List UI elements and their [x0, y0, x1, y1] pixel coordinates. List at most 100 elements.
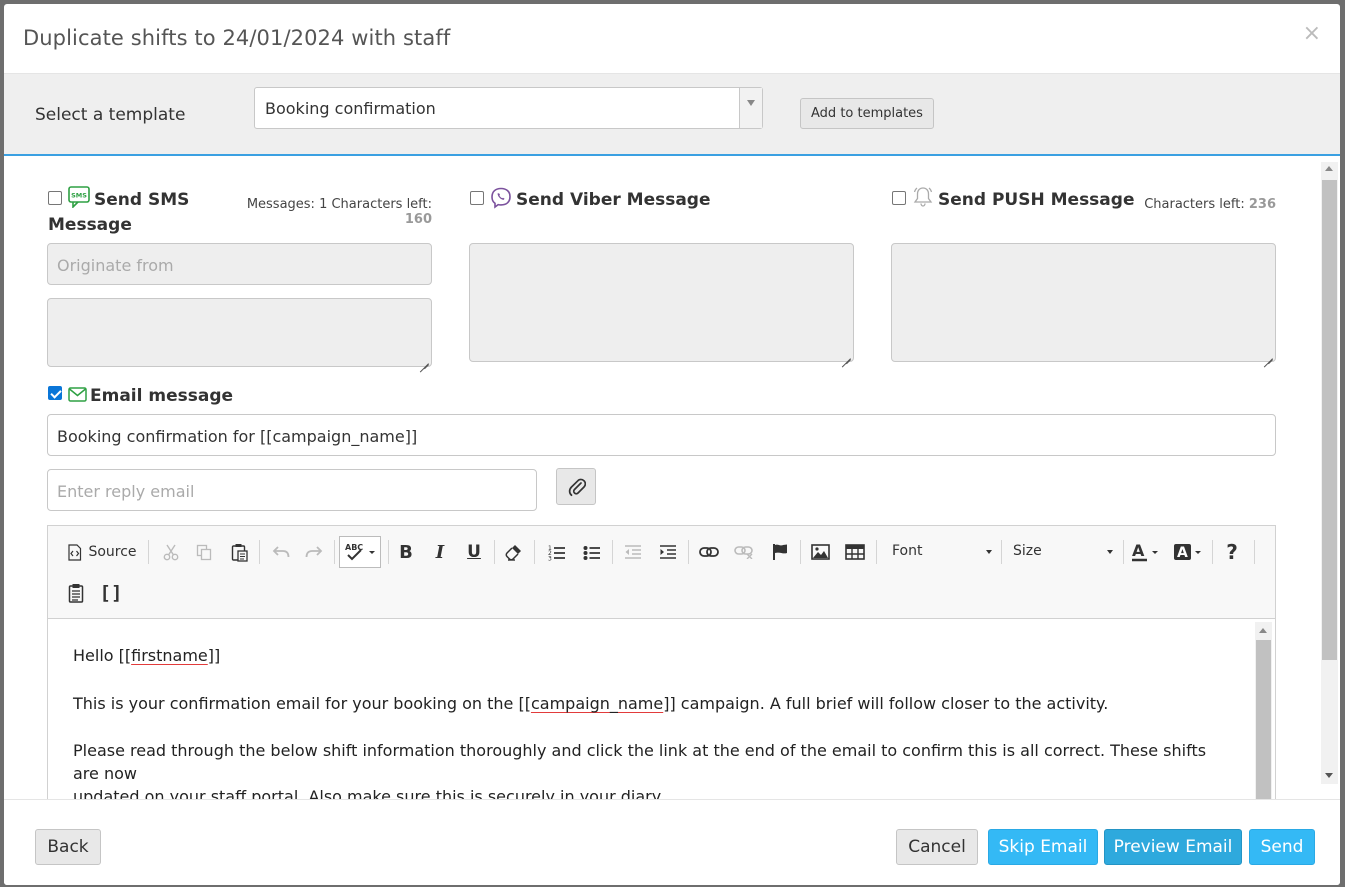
duplicate-shifts-dialog: Duplicate shifts to 24/01/2024 with staf…	[4, 4, 1340, 885]
scroll-up-icon[interactable]	[1259, 628, 1267, 633]
template-label: Select a template	[35, 105, 186, 125]
underline-icon[interactable]: U	[461, 539, 487, 565]
dialog-footer: Back Cancel Skip Email Preview Email Sen…	[4, 799, 1340, 885]
viber-message-textarea[interactable]	[469, 243, 854, 362]
sms-message-textarea[interactable]	[47, 298, 432, 367]
svg-text:3: 3	[548, 555, 552, 561]
sms-counter-text: Messages: 1 Characters left:	[246, 197, 432, 212]
send-push-label: Send PUSH Message	[938, 190, 1135, 210]
viber-icon	[491, 187, 511, 209]
send-sms-checkbox[interactable]	[48, 191, 62, 205]
unlink-icon[interactable]	[731, 539, 757, 565]
bulleted-list-icon[interactable]	[579, 539, 605, 565]
italic-icon[interactable]: I	[427, 539, 453, 565]
help-icon[interactable]: ?	[1219, 539, 1245, 565]
reply-email-input[interactable]: Enter reply email	[47, 469, 537, 511]
toolbar-separator	[259, 540, 260, 564]
scroll-down-icon[interactable]	[1325, 773, 1333, 778]
scroll-up-icon[interactable]	[1325, 166, 1333, 171]
toolbar-separator	[688, 540, 689, 564]
email-subject-input[interactable]: Booking confirmation for [[campaign_name…	[47, 414, 1276, 456]
preview-email-button[interactable]: Preview Email	[1104, 829, 1242, 865]
chevron-down-icon	[986, 550, 992, 554]
source-button[interactable]: Source	[64, 539, 140, 565]
source-icon	[68, 543, 82, 561]
envelope-icon	[68, 387, 87, 402]
message-body-area: SMS Send SMS Message Messages: 1 Charact…	[4, 158, 1340, 800]
bold-icon[interactable]: B	[393, 539, 419, 565]
paste-from-word-icon[interactable]	[63, 580, 89, 606]
originate-from-input[interactable]: Originate from	[47, 243, 432, 285]
background-color-icon[interactable]: A	[1172, 539, 1206, 565]
toolbar-separator	[612, 540, 613, 564]
toolbar-separator	[1001, 540, 1002, 564]
close-icon[interactable]: ×	[1303, 21, 1321, 46]
spellcheck-button[interactable]: ABC	[339, 536, 381, 568]
body-scrollbar[interactable]	[1321, 162, 1338, 784]
add-to-templates-button[interactable]: Add to templates	[800, 98, 934, 129]
sms-icon-text: SMS	[71, 192, 87, 200]
toolbar-separator	[876, 540, 877, 564]
redo-icon[interactable]	[301, 539, 327, 565]
push-message-textarea[interactable]	[891, 243, 1276, 362]
email-editor: Source ABC B I U 1 2 3 Font Size A A ? […	[47, 525, 1276, 800]
editor-scrollbar-thumb[interactable]	[1256, 640, 1271, 800]
template-bar: Select a template Booking confirmation A…	[4, 74, 1340, 156]
attach-file-button[interactable]	[556, 468, 596, 505]
image-icon[interactable]	[807, 539, 833, 565]
email-message-label: Email message	[90, 386, 234, 406]
spellcheck-icon: ABC	[345, 543, 375, 561]
numbered-list-icon[interactable]: 123	[544, 539, 570, 565]
editor-scrollbar[interactable]	[1255, 622, 1272, 800]
svg-text:A: A	[1177, 545, 1188, 561]
reply-email-placeholder: Enter reply email	[57, 482, 195, 501]
send-push-checkbox[interactable]	[892, 191, 906, 205]
size-select[interactable]: Size	[1007, 539, 1117, 565]
placeholder-brackets-icon[interactable]: []	[98, 580, 124, 606]
undo-icon[interactable]	[268, 539, 294, 565]
back-button[interactable]: Back	[35, 829, 101, 865]
font-select[interactable]: Font	[886, 539, 996, 565]
toolbar-separator	[1212, 540, 1213, 564]
resize-handle-icon[interactable]	[420, 355, 429, 364]
source-label: Source	[88, 544, 137, 560]
remove-format-icon[interactable]	[501, 539, 527, 565]
cut-icon[interactable]	[158, 539, 184, 565]
send-sms-label-line2: Message	[48, 215, 132, 235]
anchor-flag-icon[interactable]	[767, 539, 793, 565]
size-select-label: Size	[1013, 543, 1042, 559]
email-subject-value: Booking confirmation for [[campaign_name…	[57, 427, 418, 446]
link-icon[interactable]	[696, 539, 722, 565]
send-sms-label: Send SMS	[94, 190, 190, 210]
paste-icon[interactable]	[226, 539, 252, 565]
resize-handle-icon[interactable]	[842, 350, 851, 359]
template-select[interactable]: Booking confirmation	[254, 87, 763, 129]
svg-text:A: A	[1132, 542, 1145, 560]
editor-content[interactable]: Hello [[firstname]] This is your confirm…	[48, 620, 1275, 800]
cancel-button[interactable]: Cancel	[896, 829, 978, 865]
resize-handle-icon[interactable]	[1264, 350, 1273, 359]
body-scrollbar-thumb[interactable]	[1322, 180, 1337, 660]
toolbar-separator	[1254, 540, 1255, 564]
email-message-checkbox[interactable]	[48, 386, 62, 400]
table-icon[interactable]	[842, 539, 868, 565]
dialog-title: Duplicate shifts to 24/01/2024 with staf…	[23, 26, 451, 50]
originate-from-placeholder: Originate from	[57, 256, 174, 275]
dialog-header: Duplicate shifts to 24/01/2024 with staf…	[4, 4, 1340, 74]
paperclip-icon	[568, 478, 586, 497]
chevron-down-icon	[1107, 550, 1113, 554]
send-viber-checkbox[interactable]	[470, 191, 484, 205]
send-button[interactable]: Send	[1249, 829, 1315, 865]
decrease-indent-icon[interactable]	[620, 539, 646, 565]
chevron-down-icon[interactable]	[739, 88, 762, 128]
increase-indent-icon[interactable]	[655, 539, 681, 565]
push-counter: Characters left: 236	[1124, 197, 1276, 212]
sms-icon: SMS	[68, 186, 90, 208]
copy-icon[interactable]	[191, 539, 217, 565]
skip-email-button[interactable]: Skip Email	[988, 829, 1098, 865]
toolbar-separator	[388, 540, 389, 564]
template-select-value: Booking confirmation	[265, 99, 436, 118]
editor-greeting: Hello [[firstname]]	[73, 646, 221, 665]
text-color-icon[interactable]: A	[1129, 539, 1163, 565]
toolbar-separator	[534, 540, 535, 564]
